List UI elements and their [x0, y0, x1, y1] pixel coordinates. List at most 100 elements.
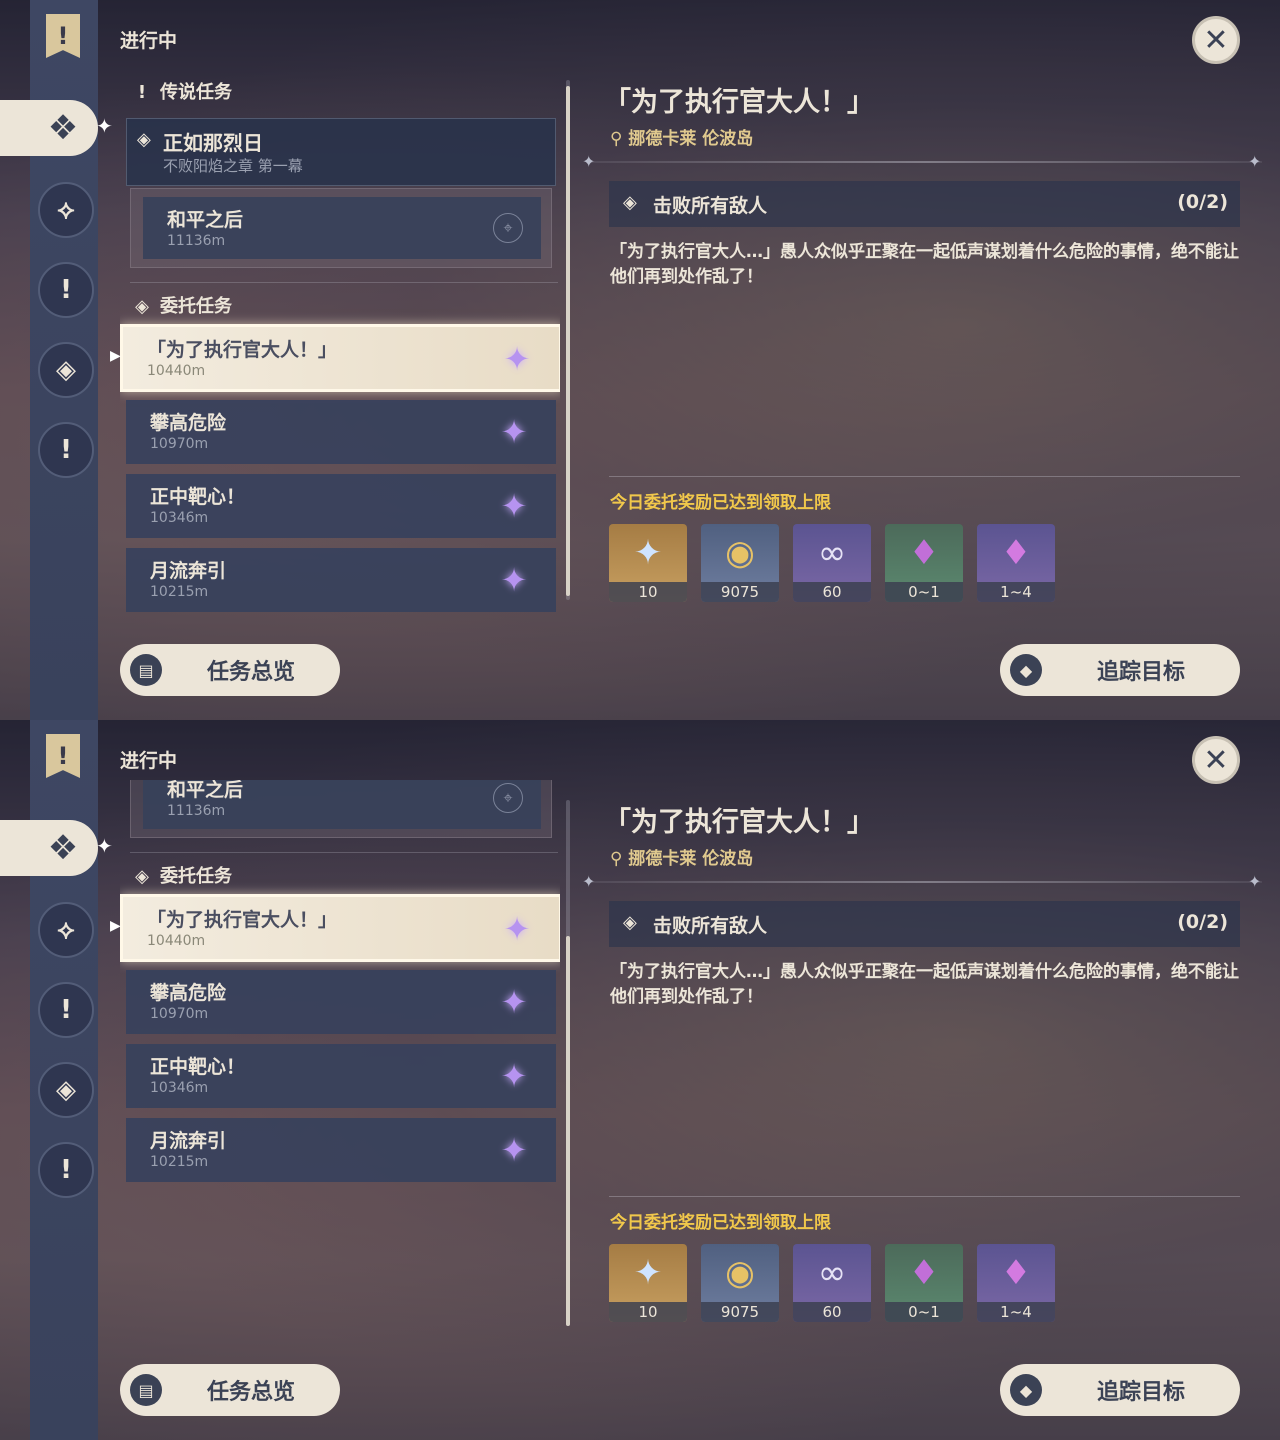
scrollbar-thumb[interactable]	[566, 86, 570, 596]
book-icon: ▤	[130, 1374, 162, 1406]
sub-quest-title: 和平之后	[167, 209, 244, 231]
archon-quest-icon[interactable]: ⟡	[38, 902, 94, 958]
reward-crystal-green[interactable]: ♦ 0~1	[885, 1244, 963, 1322]
reward-limit-notice: 今日委托奖励已达到领取上限	[610, 1213, 831, 1233]
legend-sub-item[interactable]: 和平之后 11136m ⌖	[143, 197, 541, 259]
book-icon: ▤	[130, 654, 162, 686]
quest-item[interactable]: 月流奔引 10215m ✦	[126, 1118, 556, 1182]
location-pin-icon[interactable]: ⌖	[493, 783, 523, 813]
reward-crystal-green[interactable]: ♦ 0~1	[885, 524, 963, 602]
quest-screen-scrolled: ! ❖ ✦ ⟡ ! ◈ ! 进行中 ✕ 和平之后 11136m ⌖ ◈ 委托任务 …	[0, 720, 1280, 1440]
commission-star-icon: ✦	[500, 413, 528, 451]
track-diamond-icon: ◆	[1010, 1374, 1042, 1406]
quest-title: 正中靶心！	[150, 1056, 246, 1078]
quest-title: 月流奔引	[150, 1130, 227, 1152]
selected-arrow-icon: ▶	[110, 348, 121, 364]
quest-item-selected[interactable]: 「为了执行官大人！」 10440m ✦	[120, 324, 560, 392]
divider	[130, 282, 558, 283]
scrollbar-thumb[interactable]	[566, 936, 570, 1326]
world-quest-icon[interactable]: !	[38, 422, 94, 478]
close-button[interactable]: ✕	[1192, 736, 1240, 784]
all-quests-icon: ❖	[47, 828, 79, 868]
divider	[609, 1196, 1240, 1197]
sub-quest-distance: 11136m	[167, 233, 226, 249]
adventure-exp-icon: ∞	[817, 1253, 847, 1293]
detail-location: ⚲ 挪德卡莱 伦波岛	[610, 129, 754, 149]
commission-category-icon: ◈	[135, 866, 149, 887]
quest-item[interactable]: 正中靶心！ 10346m ✦	[126, 474, 556, 538]
track-diamond-icon: ◆	[1010, 654, 1042, 686]
quest-distance: 10215m	[150, 584, 209, 600]
legend-category: ! 传说任务	[132, 78, 232, 104]
diamond-icon: ◈	[137, 129, 151, 150]
legend-category-icon: !	[137, 82, 147, 103]
commission-star-icon: ✦	[500, 561, 528, 599]
selected-arrow-icon: ▶	[110, 918, 121, 934]
mora-icon: ◉	[725, 533, 755, 573]
quest-title: 「为了执行官大人！」	[147, 909, 338, 931]
commission-category: ◈ 委托任务	[132, 862, 232, 888]
divider	[130, 852, 558, 853]
close-icon: ✕	[1203, 742, 1229, 778]
track-button[interactable]: ◆ 追踪目标	[1000, 1364, 1240, 1416]
adventure-exp-icon: ∞	[817, 533, 847, 573]
reward-crystal-purple[interactable]: ♦ 1~4	[977, 1244, 1055, 1322]
reward-limit-notice: 今日委托奖励已达到领取上限	[610, 493, 831, 513]
commission-icon[interactable]: ◈	[38, 342, 94, 398]
objective-bar: ◈ 击败所有敌人 (0/2)	[609, 181, 1240, 227]
commission-star-icon: ✦	[500, 983, 528, 1021]
quest-title: 「为了执行官大人！」	[147, 339, 338, 361]
story-quest-icon[interactable]: !	[38, 262, 94, 318]
commission-star-icon: ✦	[503, 340, 531, 378]
quest-overview-button[interactable]: ▤ 任务总览	[120, 1364, 340, 1416]
location-icon: ⚲	[610, 849, 629, 869]
sub-quest-title: 和平之后	[167, 780, 244, 801]
commission-icon[interactable]: ◈	[38, 1062, 94, 1118]
archon-quest-icon[interactable]: ⟡	[38, 182, 94, 238]
reward-primogem[interactable]: ✦ 10	[609, 524, 687, 602]
close-button[interactable]: ✕	[1192, 16, 1240, 64]
quest-screen-top: ! ❖ ✦ ⟡ ! ◈ ! 进行中 ✕ ! 传说任务 ◈ 正如那烈日 不败阳焰之章…	[0, 0, 1280, 720]
sparkle-icon: ✦	[96, 114, 113, 138]
crystal-icon: ♦	[908, 533, 940, 573]
reward-crystal-purple[interactable]: ♦ 1~4	[977, 524, 1055, 602]
legend-sub-wrap: 和平之后 11136m ⌖	[130, 780, 552, 838]
legend-quest-item[interactable]: ◈ 正如那烈日 不败阳焰之章 第一幕	[126, 118, 556, 186]
quest-distance: 10346m	[150, 510, 209, 526]
quest-list[interactable]: 和平之后 11136m ⌖ ◈ 委托任务 「为了执行官大人！」 10440m ✦ …	[120, 780, 560, 1240]
reward-mora[interactable]: ◉ 9075	[701, 1244, 779, 1322]
quest-item[interactable]: 月流奔引 10215m ✦	[126, 548, 556, 612]
ornament-divider	[590, 161, 1262, 163]
ornament-end-icon: ✦	[582, 872, 596, 891]
all-quests-icon: ❖	[47, 108, 79, 148]
quest-item[interactable]: 正中靶心！ 10346m ✦	[126, 1044, 556, 1108]
detail-title: 「为了执行官大人！」	[604, 87, 874, 118]
sparkle-icon: ✦	[96, 834, 113, 858]
ornament-end-icon: ✦	[582, 152, 596, 171]
quest-item[interactable]: 攀高危险 10970m ✦	[126, 400, 556, 464]
location-pin-icon[interactable]: ⌖	[493, 213, 523, 243]
quest-overview-button[interactable]: ▤ 任务总览	[120, 644, 340, 696]
story-quest-icon[interactable]: !	[38, 982, 94, 1038]
quest-title: 攀高危险	[150, 982, 227, 1004]
quest-list[interactable]: ! 传说任务 ◈ 正如那烈日 不败阳焰之章 第一幕 和平之后 11136m ⌖ ◈…	[120, 70, 560, 630]
quest-distance: 10440m	[147, 933, 206, 949]
reward-primogem[interactable]: ✦ 10	[609, 1244, 687, 1322]
quest-item-selected[interactable]: 「为了执行官大人！」 10440m ✦	[120, 894, 560, 962]
world-quest-icon[interactable]: !	[38, 1142, 94, 1198]
track-button[interactable]: ◆ 追踪目标	[1000, 644, 1240, 696]
objective-text: 击败所有敌人	[653, 195, 768, 217]
detail-location: ⚲ 挪德卡莱 伦波岛	[610, 849, 754, 869]
commission-star-icon: ✦	[500, 1131, 528, 1169]
section-title: 进行中	[120, 30, 178, 52]
reward-adventure-exp[interactable]: ∞ 60	[793, 1244, 871, 1322]
ornament-end-icon: ✦	[1248, 872, 1262, 891]
quest-item[interactable]: 攀高危险 10970m ✦	[126, 970, 556, 1034]
reward-mora[interactable]: ◉ 9075	[701, 524, 779, 602]
reward-adventure-exp[interactable]: ∞ 60	[793, 524, 871, 602]
objective-diamond-icon: ◈	[623, 912, 637, 933]
legend-sub-item[interactable]: 和平之后 11136m ⌖	[143, 780, 541, 829]
objective-bar: ◈ 击败所有敌人 (0/2)	[609, 901, 1240, 947]
crystal-cluster-icon: ♦	[1000, 1253, 1032, 1293]
quest-title: 攀高危险	[150, 412, 227, 434]
